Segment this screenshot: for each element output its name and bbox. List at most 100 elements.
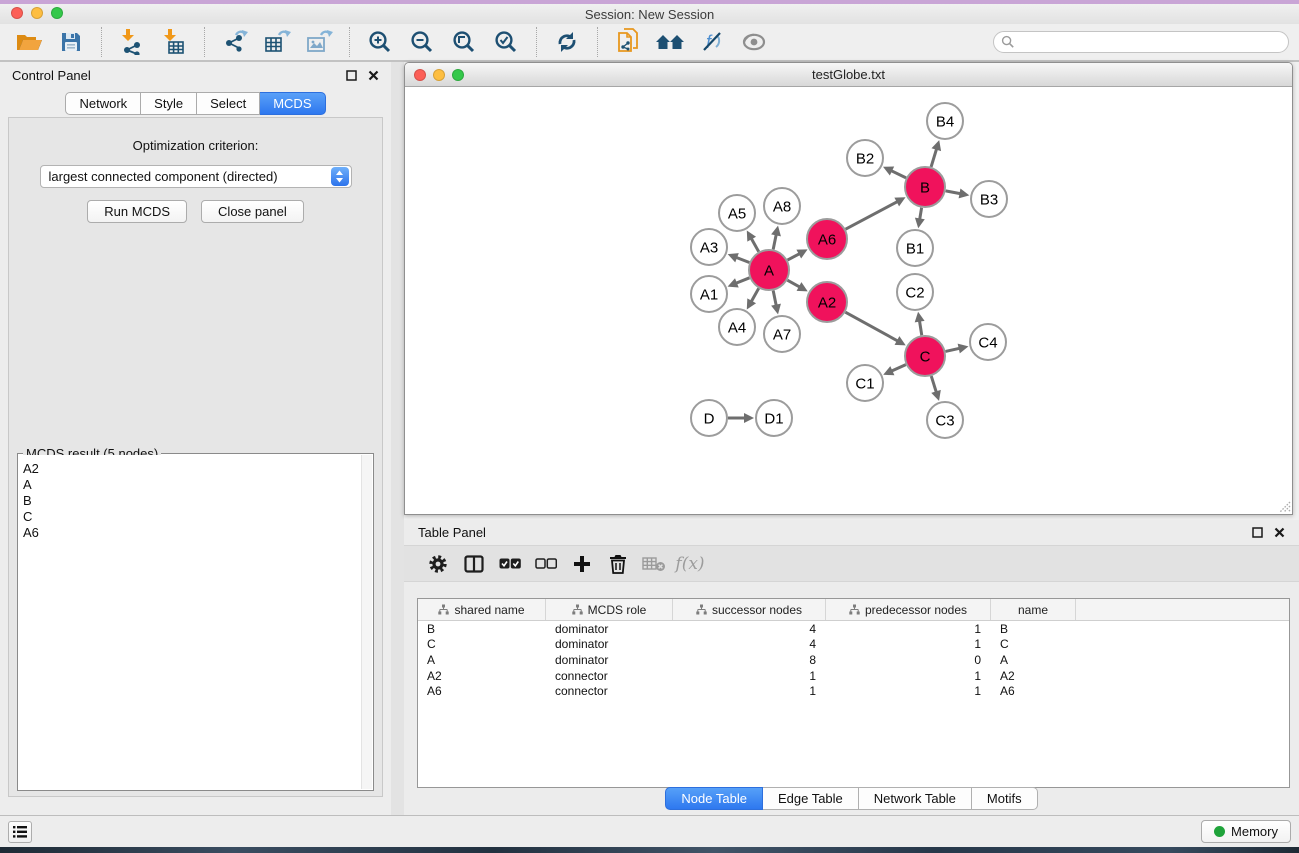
zoom-out-button[interactable]: [404, 27, 440, 57]
graph-node-B2[interactable]: B2: [847, 140, 883, 176]
graph-node-C1[interactable]: C1: [847, 365, 883, 401]
edge-A-A5[interactable]: [751, 237, 759, 251]
edge-A-A2[interactable]: [787, 280, 800, 287]
result-scrollbar[interactable]: [361, 455, 372, 789]
graph-node-A6[interactable]: A6: [807, 219, 847, 259]
graph-node-C4[interactable]: C4: [970, 324, 1006, 360]
result-item[interactable]: A6: [23, 525, 357, 541]
graph-node-A4[interactable]: A4: [719, 309, 755, 345]
refresh-button[interactable]: [549, 27, 585, 57]
delete-columns-button[interactable]: [600, 550, 636, 578]
edge-C-C2[interactable]: [919, 320, 921, 336]
graph-node-C3[interactable]: C3: [927, 402, 963, 438]
tab-network[interactable]: Network: [65, 92, 141, 115]
import-network-button[interactable]: [114, 27, 150, 57]
edge-A-A7[interactable]: [773, 291, 776, 307]
column-header-MCDS-role[interactable]: MCDS role: [546, 599, 673, 620]
edge-A6-B[interactable]: [846, 201, 899, 229]
close-panel-icon[interactable]: [368, 70, 379, 81]
close-panel-button[interactable]: Close panel: [201, 200, 304, 223]
tab-motifs[interactable]: Motifs: [972, 787, 1038, 810]
table-row[interactable]: Cdominator41C: [418, 637, 1289, 653]
show-panels-button[interactable]: [8, 821, 32, 843]
graph-node-D1[interactable]: D1: [756, 400, 792, 436]
create-column-button[interactable]: [564, 550, 600, 578]
save-session-button[interactable]: [53, 27, 89, 57]
zoom-fit-button[interactable]: [446, 27, 482, 57]
result-item[interactable]: B: [23, 493, 357, 509]
column-header-predecessor-nodes[interactable]: predecessor nodes: [826, 599, 991, 620]
unselect-all-checkboxes-button[interactable]: [528, 550, 564, 578]
edge-C-C1[interactable]: [891, 365, 906, 372]
graph-node-C[interactable]: C: [905, 336, 945, 376]
export-image-button[interactable]: [301, 27, 337, 57]
window-titlebar[interactable]: Session: New Session: [0, 4, 1299, 24]
table-row[interactable]: Adominator80A: [418, 652, 1289, 668]
graph-node-B3[interactable]: B3: [971, 181, 1007, 217]
graph-node-B4[interactable]: B4: [927, 103, 963, 139]
float-table-panel-icon[interactable]: [1252, 527, 1263, 538]
delete-table-button[interactable]: [636, 550, 672, 578]
result-item[interactable]: A: [23, 477, 357, 493]
edge-A-A6[interactable]: [788, 253, 801, 260]
edge-A-A8[interactable]: [773, 233, 776, 249]
open-session-button[interactable]: [11, 27, 47, 57]
node-table[interactable]: shared nameMCDS rolesuccessor nodesprede…: [417, 598, 1290, 788]
edge-A-A1[interactable]: [735, 278, 750, 284]
table-settings-button[interactable]: [420, 550, 456, 578]
column-header-name[interactable]: name: [991, 599, 1076, 620]
float-panel-icon[interactable]: [346, 70, 357, 81]
tab-edge-table[interactable]: Edge Table: [763, 787, 859, 810]
edge-A-A3[interactable]: [735, 257, 749, 262]
mcds-result-list[interactable]: A2ABCA6: [19, 455, 361, 789]
zoom-window-button[interactable]: [51, 7, 63, 19]
graph-node-C2[interactable]: C2: [897, 274, 933, 310]
zoom-in-button[interactable]: [362, 27, 398, 57]
export-table-button[interactable]: [259, 27, 295, 57]
graph-node-A8[interactable]: A8: [764, 188, 800, 224]
close-table-panel-icon[interactable]: [1274, 527, 1285, 538]
network-view-window[interactable]: testGlobe.txt B4B2BB3A8A5A6B1A3AA1C2A2A4…: [404, 62, 1293, 515]
panel-splitter[interactable]: [391, 62, 404, 815]
column-header-shared-name[interactable]: shared name: [418, 599, 546, 620]
edge-C-C4[interactable]: [945, 348, 960, 351]
network-canvas[interactable]: B4B2BB3A8A5A6B1A3AA1C2A2A4A7C4CC1C3DD1: [405, 88, 1292, 514]
graph-node-A3[interactable]: A3: [691, 229, 727, 265]
search-input[interactable]: [1015, 33, 1288, 51]
search-box[interactable]: [993, 31, 1289, 53]
graph-node-A2[interactable]: A2: [807, 282, 847, 322]
optimization-criterion-dropdown[interactable]: largest connected component (directed): [40, 165, 352, 188]
select-all-checkboxes-button[interactable]: [492, 550, 528, 578]
graph-node-A5[interactable]: A5: [719, 195, 755, 231]
export-network-button[interactable]: [217, 27, 253, 57]
edge-B-B3[interactable]: [946, 191, 962, 194]
table-row[interactable]: Bdominator41B: [418, 621, 1289, 637]
resize-grip-icon[interactable]: [1278, 500, 1291, 513]
edge-B-B2[interactable]: [890, 170, 906, 178]
home-button[interactable]: [652, 27, 688, 57]
edge-C-C3[interactable]: [931, 376, 936, 393]
function-builder-button[interactable]: f(x): [672, 550, 708, 578]
network-window-titlebar[interactable]: testGlobe.txt: [405, 63, 1292, 87]
import-table-button[interactable]: [156, 27, 192, 57]
edge-A-A4[interactable]: [751, 288, 759, 302]
edge-A2-C[interactable]: [845, 312, 898, 341]
table-row[interactable]: A2connector11A2: [418, 668, 1289, 684]
zoom-selected-button[interactable]: [488, 27, 524, 57]
tab-style[interactable]: Style: [141, 92, 197, 115]
memory-button[interactable]: Memory: [1201, 820, 1291, 843]
show-columns-button[interactable]: [456, 550, 492, 578]
network-close-button[interactable]: [414, 69, 426, 81]
tab-mcds[interactable]: MCDS: [260, 92, 325, 115]
hide-flags-button[interactable]: f: [694, 27, 730, 57]
close-window-button[interactable]: [11, 7, 23, 19]
graph-node-B1[interactable]: B1: [897, 230, 933, 266]
clone-network-button[interactable]: [610, 27, 646, 57]
network-zoom-button[interactable]: [452, 69, 464, 81]
minimize-window-button[interactable]: [31, 7, 43, 19]
eye-button[interactable]: [736, 27, 772, 57]
tab-select[interactable]: Select: [197, 92, 260, 115]
result-item[interactable]: A2: [23, 461, 357, 477]
column-header-successor-nodes[interactable]: successor nodes: [673, 599, 826, 620]
graph-node-D[interactable]: D: [691, 400, 727, 436]
